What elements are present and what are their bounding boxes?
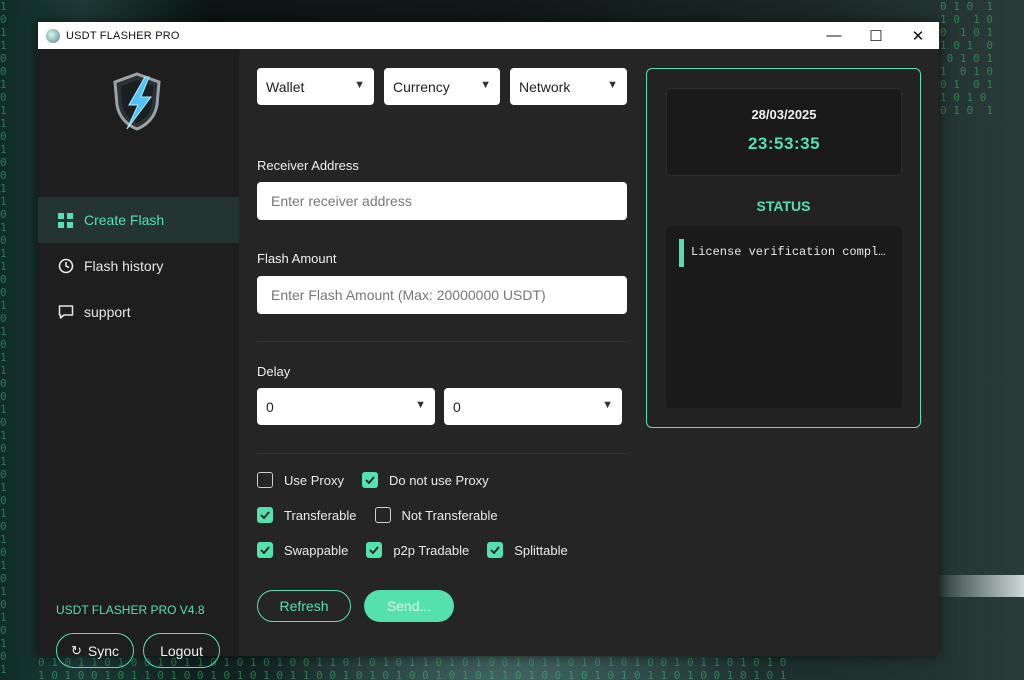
grid-icon — [57, 212, 74, 229]
receiver-address-label: Receiver Address — [257, 158, 359, 173]
close-button[interactable]: ✕ — [897, 22, 939, 49]
refresh-icon: ↻ — [70, 642, 82, 658]
divider — [257, 453, 627, 454]
receiver-address-input[interactable]: Enter receiver address — [257, 182, 627, 220]
checkbox-label: Swappable — [284, 542, 349, 558]
not-transferable-checkbox[interactable]: Not Transferable — [374, 507, 498, 523]
sidebar-item-create-flash[interactable]: Create Flash — [38, 197, 239, 243]
status-log: License verification completed — [666, 226, 902, 408]
clock-icon — [57, 258, 74, 275]
status-heading: STATUS — [756, 198, 811, 214]
version-label: USDT FLASHER PRO V4.8 — [56, 603, 205, 617]
refresh-button[interactable]: Refresh — [257, 590, 351, 622]
p2p-tradable-checkbox[interactable]: p2p Tradable — [366, 542, 469, 558]
maximize-button[interactable]: ☐ — [855, 22, 897, 49]
sync-button[interactable]: ↻ Sync — [56, 633, 134, 668]
shield-lightning-logo-icon — [113, 72, 161, 131]
checkbox-unchecked-icon — [257, 472, 273, 488]
dropdown-arrow-icon: ▼ — [480, 79, 491, 91]
minimize-button[interactable]: — — [813, 22, 855, 49]
title-bar[interactable]: USDT FLASHER PRO — ☐ ✕ — [38, 22, 939, 49]
splittable-checkbox[interactable]: Splittable — [487, 542, 568, 558]
checkbox-label: Use Proxy — [284, 472, 344, 488]
delay-select-1[interactable]: 0 ▼ — [257, 388, 435, 425]
logout-button[interactable]: Logout — [143, 633, 220, 668]
matrix-rain-decoration: 1 0 1 1 0 0 1 0 1 1 0 1 0 0 1 1 0 1 0 1 … — [0, 0, 7, 676]
checkmark-icon — [366, 542, 383, 558]
app-window: USDT FLASHER PRO — ☐ ✕ Create Flash Flas… — [38, 22, 939, 668]
swappable-checkbox[interactable]: Swappable — [257, 542, 348, 558]
delay-select-2-value: 0 — [453, 398, 461, 415]
checkmark-icon — [361, 472, 378, 488]
light-streak-decoration — [934, 575, 1024, 597]
checkmark-icon — [257, 507, 273, 523]
checkbox-label: Splittable — [514, 542, 568, 558]
sidebar-item-support[interactable]: support — [38, 289, 239, 335]
send-button[interactable]: Send... — [364, 590, 454, 622]
delay-select-2[interactable]: 0 ▼ — [444, 388, 622, 425]
app-icon — [46, 28, 60, 43]
time-display: 23:53:35 — [747, 134, 821, 153]
flash-amount-label: Flash Amount — [257, 251, 337, 266]
sidebar-item-label: support — [84, 304, 131, 320]
log-entry-marker — [679, 239, 684, 267]
flash-amount-input[interactable]: Enter Flash Amount (Max: 20000000 USDT) — [257, 276, 627, 314]
clock-display: 28/03/2025 23:53:35 — [666, 88, 902, 176]
checkmark-icon — [487, 542, 504, 558]
dropdown-arrow-icon: ▼ — [602, 399, 613, 411]
status-panel: 28/03/2025 23:53:35 STATUS License verif… — [646, 68, 921, 428]
currency-select[interactable]: Currency ▼ — [384, 68, 500, 105]
sidebar-item-label: Create Flash — [84, 212, 165, 228]
network-select[interactable]: Network ▼ — [510, 68, 627, 105]
log-entry: License verification completed — [691, 245, 889, 259]
sync-label: Sync — [87, 642, 120, 659]
window-title: USDT FLASHER PRO — [66, 29, 180, 42]
checkmark-icon — [257, 542, 273, 558]
chat-icon — [57, 304, 74, 321]
delay-label: Delay — [257, 364, 291, 379]
use-proxy-checkbox[interactable]: Use Proxy — [257, 472, 344, 488]
date-display: 28/03/2025 — [751, 107, 817, 122]
sidebar-item-label: Flash history — [84, 258, 164, 274]
divider — [257, 341, 627, 342]
network-select-value: Network — [519, 78, 571, 95]
dropdown-arrow-icon: ▼ — [354, 79, 365, 91]
wallet-select-value: Wallet — [266, 78, 305, 95]
checkbox-label: Not Transferable — [401, 507, 498, 523]
delay-select-1-value: 0 — [266, 398, 274, 415]
main-content: Wallet ▼ Currency ▼ Network ▼ Receiver A… — [239, 49, 939, 656]
dropdown-arrow-icon: ▼ — [415, 399, 426, 411]
checkbox-unchecked-icon — [374, 507, 391, 523]
do-not-use-proxy-checkbox[interactable]: Do not use Proxy — [361, 472, 489, 488]
checkbox-label: p2p Tradable — [393, 542, 470, 558]
sidebar-item-flash-history[interactable]: Flash history — [38, 243, 239, 289]
wallet-select[interactable]: Wallet ▼ — [257, 68, 374, 105]
transfer-options-row: Transferable Not Transferable — [257, 507, 516, 523]
checkbox-label: Do not use Proxy — [388, 472, 489, 488]
currency-select-value: Currency — [393, 78, 450, 95]
transferable-checkbox[interactable]: Transferable — [257, 507, 357, 523]
checkbox-label: Transferable — [284, 507, 357, 523]
dropdown-arrow-icon: ▼ — [607, 79, 618, 91]
proxy-options-row: Use Proxy Do not use Proxy — [257, 472, 507, 488]
trade-options-row: Swappable p2p Tradable Splittable — [257, 542, 586, 558]
sidebar: Create Flash Flash history support USDT … — [38, 49, 239, 668]
